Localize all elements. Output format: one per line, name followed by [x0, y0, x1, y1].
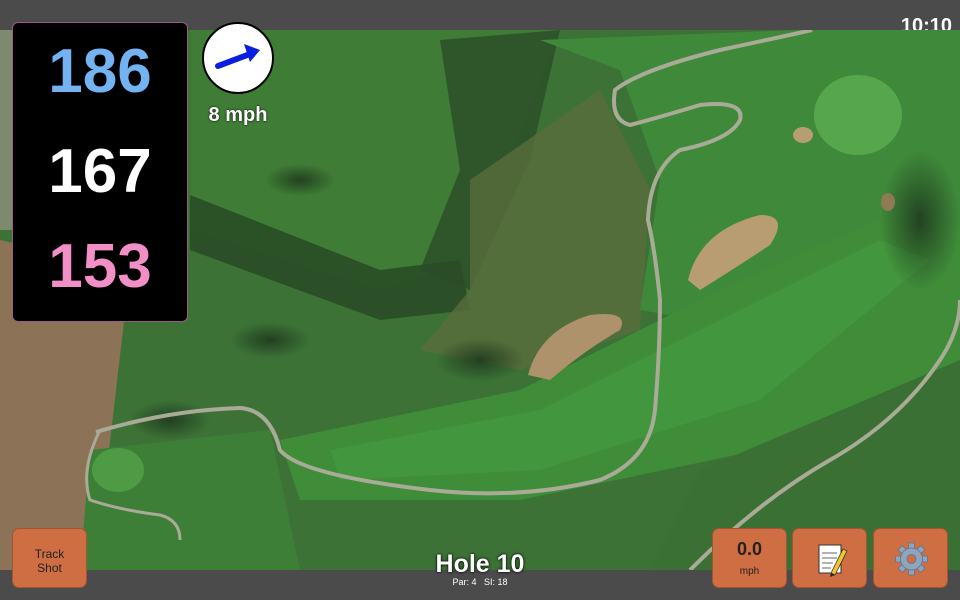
settings-button[interactable]	[873, 528, 948, 588]
hole-info: Par: 4 SI: 18	[380, 577, 580, 587]
distance-panel: 186 167 153	[12, 22, 188, 322]
distance-back: 186	[48, 37, 152, 106]
wind-indicator	[202, 22, 274, 94]
speed-unit: mph	[739, 566, 760, 577]
wind-speed: 8 mph	[208, 104, 268, 126]
hole-par: Par: 4	[452, 577, 477, 587]
gear-icon	[895, 542, 928, 576]
hole-title: Hole 10	[435, 550, 525, 578]
notes-button[interactable]	[792, 528, 867, 588]
track-shot-label: Track Shot	[34, 547, 65, 575]
wind-arrow-icon	[215, 44, 260, 69]
distance-front: 153	[48, 232, 152, 301]
speed-value: 0.0	[736, 539, 763, 559]
hole-si: SI: 18	[484, 577, 508, 587]
distance-middle: 167	[48, 137, 152, 206]
notepad-icon	[818, 544, 848, 577]
track-shot-button[interactable]: Track Shot	[12, 528, 87, 588]
speed-button[interactable]: 0.0 mph	[712, 528, 787, 588]
